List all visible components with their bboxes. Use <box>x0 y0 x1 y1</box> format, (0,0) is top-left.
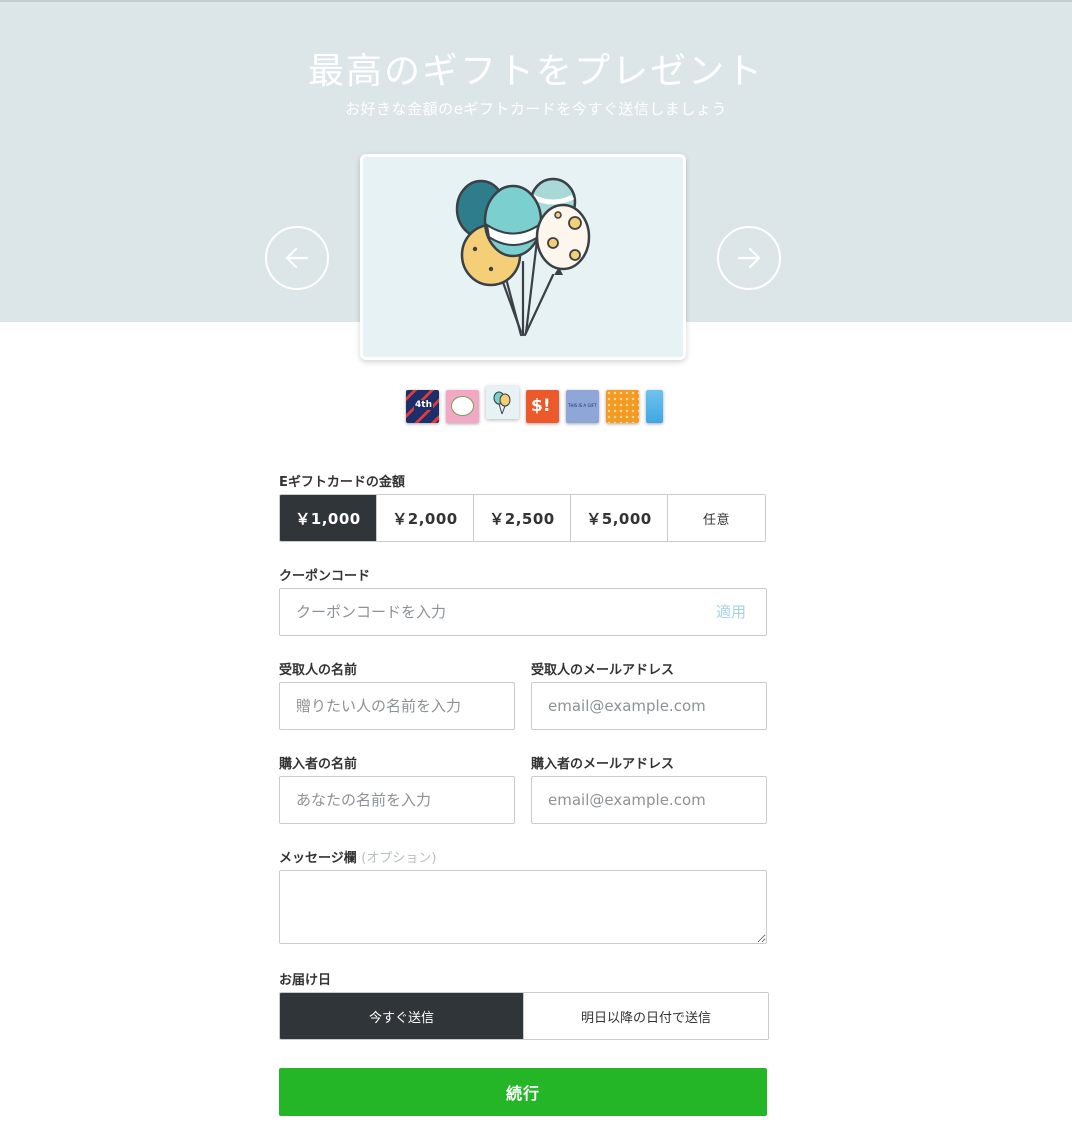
amount-option-2000[interactable]: ￥2,000 <box>377 495 474 541</box>
thumbnail-dollar-label: $! <box>531 396 551 416</box>
message-textarea[interactable] <box>279 870 767 944</box>
balloons-illustration <box>455 177 591 337</box>
thumbnail-orange-dots[interactable] <box>606 390 639 423</box>
thumbnail-4th-label: 4th <box>414 400 433 410</box>
selected-card-preview <box>360 154 686 360</box>
recipient-name-label: 受取人の名前 <box>279 663 358 678</box>
delivery-option-now[interactable]: 今すぐ送信 <box>280 993 524 1039</box>
recipient-name-input[interactable] <box>279 682 515 730</box>
message-label-text: メッセージ欄 <box>279 851 357 866</box>
thumbnail-blue[interactable] <box>646 390 663 423</box>
purchaser-email-input[interactable] <box>531 776 767 824</box>
page-title: 最高のギフトをプレゼント <box>307 51 764 92</box>
purchaser-name-input[interactable] <box>279 776 515 824</box>
amount-label: Eギフトカードの金額 <box>279 475 405 490</box>
thumbnail-balloons[interactable] <box>486 386 519 419</box>
coupon-apply-link[interactable]: 適用 <box>716 601 746 622</box>
balloons-icon <box>493 391 511 415</box>
amount-option-5000[interactable]: ￥5,000 <box>571 495 668 541</box>
delivery-option-later[interactable]: 明日以降の日付で送信 <box>524 993 768 1039</box>
coupon-input[interactable] <box>279 588 767 636</box>
amount-selector: ￥1,000 ￥2,000 ￥2,500 ￥5,000 任意 <box>279 494 766 542</box>
delivery-label: お届け日 <box>279 973 332 988</box>
thumbnail-4th-of-july[interactable]: 4th <box>406 390 439 423</box>
thumbnail-dollar[interactable]: $! <box>526 390 559 423</box>
thumbnail-this-is-a-gift[interactable]: THIS IS A GIFT <box>566 390 599 423</box>
thumbnail-flower[interactable] <box>446 390 479 423</box>
purchaser-email-label: 購入者のメールアドレス <box>531 757 675 772</box>
amount-option-1000[interactable]: ￥1,000 <box>280 495 377 541</box>
thumbnail-gift-label: THIS IS A GIFT <box>568 403 597 408</box>
purchaser-name-label: 購入者の名前 <box>279 757 358 772</box>
card-thumbnail-list: 4th $! THIS IS A GIFT <box>406 386 663 423</box>
delivery-selector: 今すぐ送信 明日以降の日付で送信 <box>279 992 769 1040</box>
gift-card-page: 最高のギフトをプレゼント お好きな金額のeギフトカードを今すぐ送信しましょう 4… <box>0 0 1072 1129</box>
arrow-left-icon <box>285 247 309 269</box>
recipient-email-input[interactable] <box>531 682 767 730</box>
message-label: メッセージ欄 (オプション) <box>279 847 436 866</box>
page-subtitle: お好きな金額のeギフトカードを今すぐ送信しましょう <box>345 100 727 118</box>
amount-option-custom[interactable]: 任意 <box>668 495 765 541</box>
flower-icon <box>451 396 474 416</box>
coupon-label: クーポンコード <box>279 569 371 584</box>
previous-card-button[interactable] <box>265 226 329 290</box>
amount-option-2500[interactable]: ￥2,500 <box>474 495 571 541</box>
next-card-button[interactable] <box>717 226 781 290</box>
message-optional-hint: (オプション) <box>361 851 437 866</box>
arrow-right-icon <box>737 247 761 269</box>
recipient-email-label: 受取人のメールアドレス <box>531 663 675 678</box>
continue-button[interactable]: 続行 <box>279 1068 767 1116</box>
